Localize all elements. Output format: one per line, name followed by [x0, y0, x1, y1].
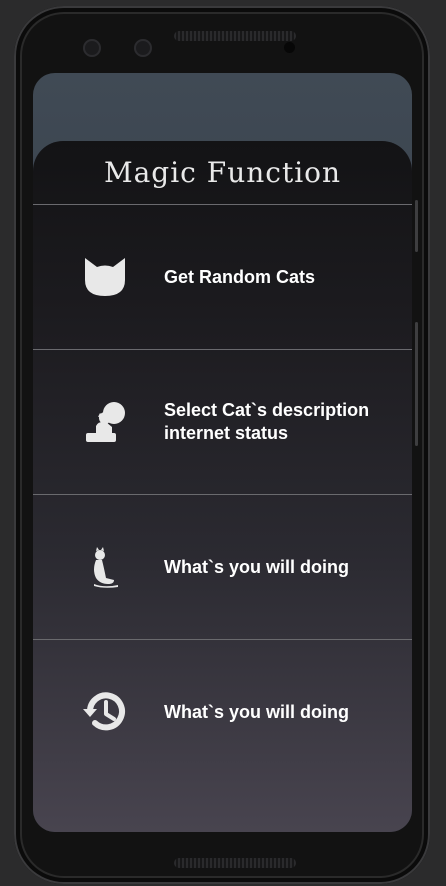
front-camera-left	[83, 39, 101, 57]
cat-face-icon	[81, 253, 129, 301]
menu-item-label: Select Cat`s description internet status	[164, 400, 370, 443]
proximity-sensor	[284, 42, 295, 53]
menu-item-label: Get Random Cats	[164, 266, 316, 287]
bottom-sheet: Magic Function Get Random Cats Select Ca…	[33, 141, 412, 832]
menu-item-what-you-will-doing[interactable]: What`s you will doing	[33, 495, 412, 639]
power-button	[415, 200, 418, 252]
sheet-title: Magic Function	[103, 156, 342, 189]
bottom-speaker	[174, 858, 296, 868]
menu-item-get-random-cats[interactable]: Get Random Cats	[33, 205, 412, 349]
menu-item-cat-description-status[interactable]: Select Cat`s description internet status	[33, 350, 412, 494]
app-screen: Magic Function Get Random Cats Select Ca…	[33, 73, 412, 832]
sitting-cat-icon	[81, 543, 129, 591]
menu-item-label: What`s you will doing	[164, 556, 349, 577]
menu-item-label: What`s you will doing	[164, 701, 349, 722]
device-frame: Magic Function Get Random Cats Select Ca…	[0, 0, 446, 886]
front-camera-right	[134, 39, 152, 57]
earpiece-speaker	[174, 31, 296, 41]
cat-moon-icon	[81, 398, 129, 446]
history-icon	[81, 688, 129, 736]
menu-item-what-you-will-doing-history[interactable]: What`s you will doing	[33, 640, 412, 784]
volume-button	[415, 322, 418, 446]
